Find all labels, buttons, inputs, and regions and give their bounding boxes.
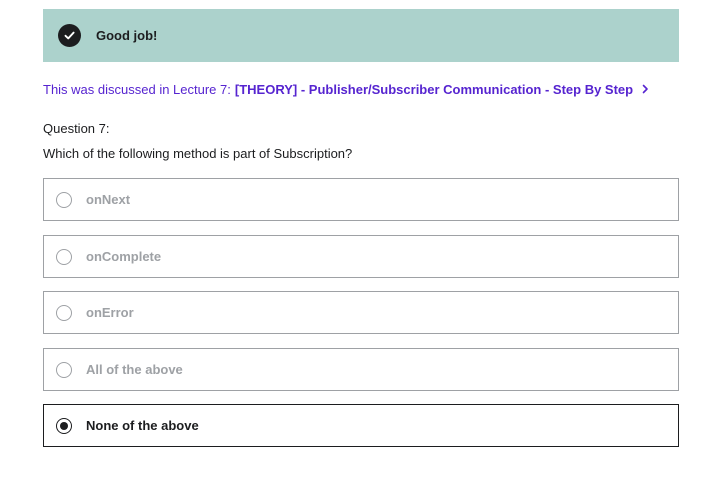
answer-option-label: onComplete: [86, 249, 162, 264]
feedback-banner: Good job!: [43, 9, 679, 62]
lecture-reference: This was discussed in Lecture 7: [THEORY…: [43, 82, 649, 97]
lecture-reference-prefix: This was discussed in Lecture 7:: [43, 82, 231, 97]
radio-selected-dot: [60, 421, 68, 430]
question-number: Question 7:: [43, 121, 110, 136]
radio-button[interactable]: [56, 191, 72, 208]
answer-option-oncomplete[interactable]: onComplete: [43, 235, 679, 278]
feedback-message: Good job!: [96, 28, 158, 43]
answer-option-label: onError: [86, 305, 134, 320]
radio-button[interactable]: [56, 304, 72, 321]
answer-option-label: All of the above: [86, 362, 183, 377]
answer-option-label: None of the above: [86, 418, 199, 433]
answer-option-label: onNext: [86, 192, 131, 207]
radio-button[interactable]: [56, 361, 72, 378]
check-circle-icon: [58, 24, 81, 47]
answer-option-none-of-the-above[interactable]: None of the above: [43, 404, 679, 447]
radio-button-selected[interactable]: [56, 417, 72, 434]
question-text: Which of the following method is part of…: [43, 146, 353, 161]
answer-option-onerror[interactable]: onError: [43, 291, 679, 334]
answer-option-all-of-the-above[interactable]: All of the above: [43, 348, 679, 391]
chevron-right-icon[interactable]: [642, 82, 649, 97]
radio-button[interactable]: [56, 248, 72, 265]
lecture-link[interactable]: [THEORY] - Publisher/Subscriber Communic…: [235, 82, 633, 97]
answer-option-onnext[interactable]: onNext: [43, 178, 679, 221]
